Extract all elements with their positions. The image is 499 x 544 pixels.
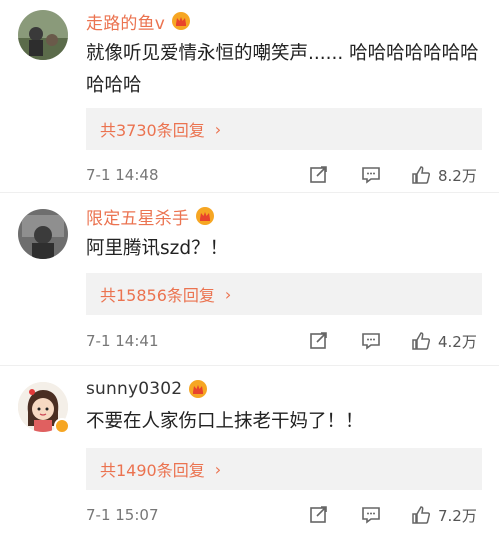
comment-actions: 8.2万: [308, 162, 477, 188]
comment-item: 走路的鱼v 就像听见爱情永恒的嘲笑声...... 哈哈哈哈哈哈哈哈哈哈 共373…: [0, 0, 499, 192]
replies-label: 共15856条回复: [100, 286, 215, 305]
chevron-right-icon: ›: [224, 284, 232, 304]
comment-item: sunny0302 不要在人家伤口上抹老干妈了！！ 共1490条回复 › 7-1…: [0, 365, 499, 544]
comment-footer: 7-1 15:07 7.2万: [86, 502, 499, 528]
repost-icon[interactable]: [308, 330, 330, 352]
timestamp: 7-1 15:07: [86, 506, 159, 524]
crown-badge-icon: [188, 379, 208, 399]
comment-icon[interactable]: [360, 164, 382, 186]
comment-footer: 7-1 14:48 8.2万: [86, 162, 499, 188]
avatar[interactable]: [18, 10, 68, 60]
avatar-photo-icon: [18, 209, 68, 259]
thumbs-up-icon: [410, 504, 432, 526]
replies-label: 共1490条回复: [100, 461, 205, 480]
comment-text: 不要在人家伤口上抹老干妈了！！: [86, 411, 364, 432]
crown-badge-icon: [171, 11, 191, 31]
like-count: 4.2万: [438, 332, 477, 351]
replies-link[interactable]: 共15856条回复 ›: [86, 273, 482, 315]
like-count: 7.2万: [438, 506, 477, 525]
timestamp: 7-1 14:41: [86, 332, 159, 350]
username-row: 走路的鱼v: [86, 8, 191, 34]
username[interactable]: 限定五星杀手: [86, 204, 189, 229]
avatar-photo-icon: [18, 10, 68, 60]
comment-actions: 4.2万: [308, 328, 477, 354]
crown-badge-icon: [195, 206, 215, 226]
comment-text: 阿里腾讯szd？！: [86, 238, 229, 259]
comment-actions: 7.2万: [308, 502, 477, 528]
repost-icon[interactable]: [308, 504, 330, 526]
comment-text: 就像听见爱情永恒的嘲笑声...... 哈哈哈哈哈哈哈哈哈哈: [86, 43, 479, 96]
replies-link[interactable]: 共1490条回复 ›: [86, 448, 482, 490]
replies-label: 共3730条回复: [100, 121, 205, 140]
username[interactable]: 走路的鱼v: [86, 9, 165, 34]
comment-item: 限定五星杀手 阿里腾讯szd？！ 共15856条回复 › 7-1 14:41 4…: [0, 192, 499, 365]
username-row: 限定五星杀手: [86, 203, 215, 229]
verified-badge-icon: [54, 418, 70, 434]
timestamp: 7-1 14:48: [86, 166, 159, 184]
replies-link[interactable]: 共3730条回复 ›: [86, 108, 482, 150]
like-count: 8.2万: [438, 166, 477, 185]
thumbs-up-icon: [410, 164, 432, 186]
like-button[interactable]: 7.2万: [410, 504, 477, 526]
like-button[interactable]: 4.2万: [410, 330, 477, 352]
chevron-right-icon: ›: [214, 119, 222, 139]
comment-icon[interactable]: [360, 504, 382, 526]
thumbs-up-icon: [410, 330, 432, 352]
like-button[interactable]: 8.2万: [410, 164, 477, 186]
username[interactable]: sunny0302: [86, 379, 182, 399]
chevron-right-icon: ›: [214, 459, 222, 479]
comment-icon[interactable]: [360, 330, 382, 352]
repost-icon[interactable]: [308, 164, 330, 186]
comment-footer: 7-1 14:41 4.2万: [86, 328, 499, 354]
avatar[interactable]: [18, 209, 68, 259]
username-row: sunny0302: [86, 376, 208, 402]
